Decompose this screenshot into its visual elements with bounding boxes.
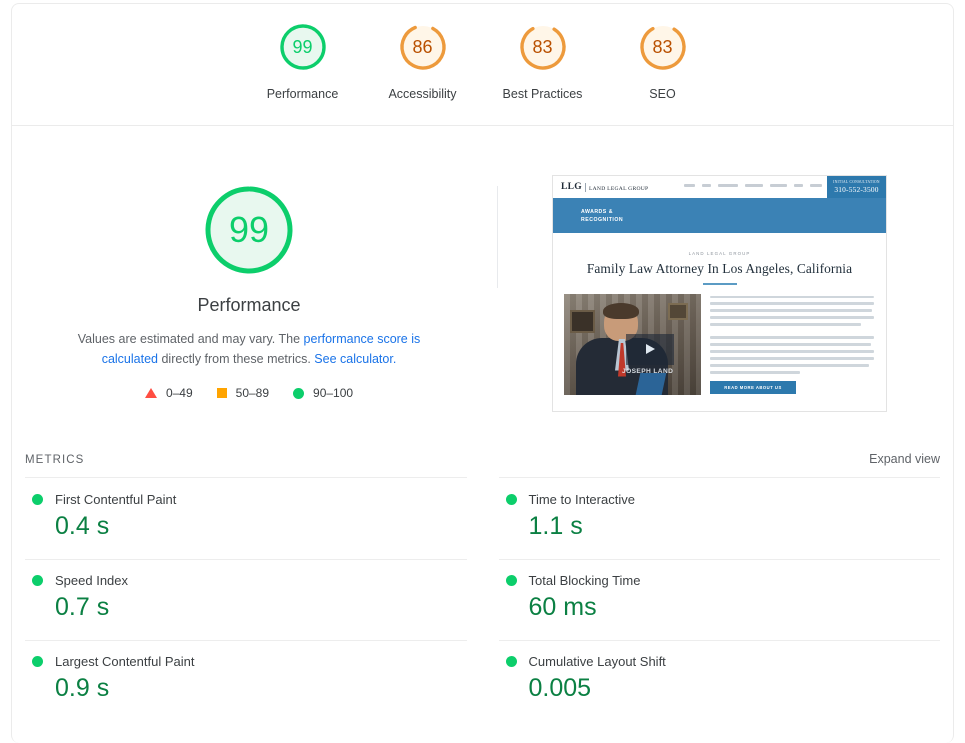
category-gauge-accessibility[interactable]: 86 Accessibility xyxy=(363,20,483,101)
legend-item-fail: 0–49 xyxy=(144,386,193,400)
metrics-header: METRICS Expand view xyxy=(12,452,953,466)
thumb-site-logo: LLG LAND LEGAL GROUP xyxy=(561,182,648,192)
gauge-label-performance: Performance xyxy=(266,87,339,101)
play-triangle-icon xyxy=(645,344,655,354)
metric-value: 0.005 xyxy=(528,673,592,702)
metric-row[interactable]: Total Blocking Time 60 ms xyxy=(498,558,940,640)
metric-status-dot-icon xyxy=(505,494,517,505)
metrics-title: METRICS xyxy=(25,454,85,466)
expand-view-button[interactable]: Expand view xyxy=(869,452,940,466)
metric-row[interactable]: First Contentful Paint 0.4 s xyxy=(25,477,467,559)
thumb-video-picture-frame-2 xyxy=(668,302,688,320)
metric-row[interactable]: Largest Contentful Paint 0.9 s xyxy=(25,639,467,721)
gauge-score-seo: 83 xyxy=(652,37,673,57)
gauge-ring-performance: 99 xyxy=(276,20,330,74)
desc-text-part1: Values are estimated and may vary. The xyxy=(77,332,304,346)
thumb-video-caption: JOSEPH LAND xyxy=(622,367,674,375)
legend-range-pass: 90–100 xyxy=(313,386,354,400)
thumb-video-preview: JOSEPH LAND xyxy=(564,293,701,395)
metric-row[interactable]: Time to Interactive 1.1 s xyxy=(498,477,940,559)
metric-status-dot-icon xyxy=(505,574,517,586)
thumb-video-picture-frame xyxy=(570,309,595,333)
gauge-label-accessibility: Accessibility xyxy=(388,87,457,101)
legend-range-average: 50–89 xyxy=(235,386,270,400)
thumb-logo-divider xyxy=(584,182,586,192)
gauge-label-best-practices: Best Practices xyxy=(502,87,583,101)
metric-name: First Contentful Paint xyxy=(55,492,177,507)
gauge-ring-accessibility: 86 xyxy=(396,20,450,74)
gauge-label-seo: SEO xyxy=(649,87,676,101)
circle-icon xyxy=(293,387,305,399)
thumb-headline: Family Law Attorney In Los Angeles, Cali… xyxy=(586,261,853,276)
thumb-nav-links xyxy=(684,184,841,187)
thumb-logo-name: LAND LEGAL GROUP xyxy=(588,185,649,192)
thumb-cta-phone: 310-552-3500 xyxy=(834,185,879,194)
thumb-consultation-cta: INITIAL CONSULTATION 310-552-3500 xyxy=(827,176,886,198)
hero-score-panel: 99 Performance Values are estimated and … xyxy=(12,172,486,412)
metric-status-dot-icon xyxy=(32,574,43,586)
metric-value: 1.1 s xyxy=(528,512,583,540)
metric-name: Cumulative Layout Shift xyxy=(528,653,666,669)
thumb-content-columns: JOSEPH LAND READ MORE ABOUT US xyxy=(553,285,886,395)
category-gauge-performance[interactable]: 99 Performance xyxy=(243,20,363,101)
performance-score-large: 99 xyxy=(228,209,270,250)
legend-item-pass: 90–100 xyxy=(293,386,353,400)
hero-vertical-divider xyxy=(497,186,498,288)
performance-title: Performance xyxy=(197,295,301,315)
legend-item-average: 50–89 xyxy=(216,386,270,400)
thumb-logo-mark: LLG xyxy=(561,182,582,192)
thumb-video-blue-overlay xyxy=(635,372,667,395)
metrics-grid: First Contentful Paint 0.4 s Speed Index… xyxy=(12,477,953,720)
score-legend: 0–49 50–89 90–100 xyxy=(144,386,353,400)
category-gauge-seo[interactable]: 83 SEO xyxy=(603,20,723,101)
performance-hero: 99 Performance Values are estimated and … xyxy=(12,126,953,412)
gauge-ring-best-practices: 83 xyxy=(516,20,570,74)
hero-screenshot-panel: LLG LAND LEGAL GROUP INITIAL CONSULTATIO… xyxy=(486,172,953,412)
metric-status-dot-icon xyxy=(32,494,43,505)
metric-name: Largest Contentful Paint xyxy=(55,653,195,669)
metric-value: 60 ms xyxy=(528,592,597,621)
metric-value: 0.7 s xyxy=(55,592,110,621)
category-gauge-best-practices[interactable]: 83 Best Practices xyxy=(483,20,603,101)
metrics-section: METRICS Expand view First Contentful Pai… xyxy=(12,412,953,720)
thumb-video-person-hair xyxy=(603,302,639,319)
site-screenshot-thumbnail: LLG LAND LEGAL GROUP INITIAL CONSULTATIO… xyxy=(552,175,887,412)
desc-text-part2: directly from these metrics. xyxy=(158,352,315,366)
gauge-score-best-practices: 83 xyxy=(532,37,553,57)
triangle-icon xyxy=(144,388,157,398)
thumb-eyebrow-text: LAND LEGAL GROUP xyxy=(688,251,751,256)
metric-name: Total Blocking Time xyxy=(528,572,641,588)
metric-row[interactable]: Speed Index 0.7 s xyxy=(25,558,467,640)
metric-value: 0.4 s xyxy=(55,512,110,540)
gauge-ring-seo: 83 xyxy=(636,20,690,74)
square-icon xyxy=(216,388,227,398)
metric-status-dot-icon xyxy=(505,655,517,667)
gauge-score-performance: 99 xyxy=(292,37,313,57)
metric-name: Speed Index xyxy=(55,572,129,588)
performance-gauge-large: 99 xyxy=(201,182,297,278)
metrics-column-right: Time to Interactive 1.1 s Total Blocking… xyxy=(498,477,940,721)
metrics-column-left: First Contentful Paint 0.4 s Speed Index… xyxy=(25,477,467,720)
metric-row[interactable]: Cumulative Layout Shift 0.005 xyxy=(498,639,940,721)
thumb-banner-text: AWARDS & RECOGNITION xyxy=(581,208,624,223)
pagespeed-report-card: 99 Performance 86 Accessibility 83 Best … xyxy=(11,3,954,743)
metric-status-dot-icon xyxy=(32,655,43,667)
thumb-hero-copy: LAND LEGAL GROUP Family Law Attorney In … xyxy=(553,233,886,285)
thumb-read-more-button: READ MORE ABOUT US xyxy=(710,380,796,394)
category-gauge-strip: 99 Performance 86 Accessibility 83 Best … xyxy=(12,4,953,115)
metric-name: Time to Interactive xyxy=(528,492,635,507)
legend-range-fail: 0–49 xyxy=(165,386,193,400)
thumb-awards-banner: AWARDS & RECOGNITION xyxy=(553,198,886,233)
play-button-icon xyxy=(626,333,674,365)
thumb-site-header: LLG LAND LEGAL GROUP INITIAL CONSULTATIO… xyxy=(553,176,886,198)
gauge-score-accessibility: 86 xyxy=(412,37,433,57)
metric-value: 0.9 s xyxy=(55,673,110,702)
thumb-body-text: READ MORE ABOUT US xyxy=(710,294,874,395)
performance-description: Values are estimated and may vary. The p… xyxy=(49,329,449,369)
see-calculator-link[interactable]: See calculator. xyxy=(314,352,396,366)
thumb-cta-label: INITIAL CONSULTATION xyxy=(833,180,880,184)
